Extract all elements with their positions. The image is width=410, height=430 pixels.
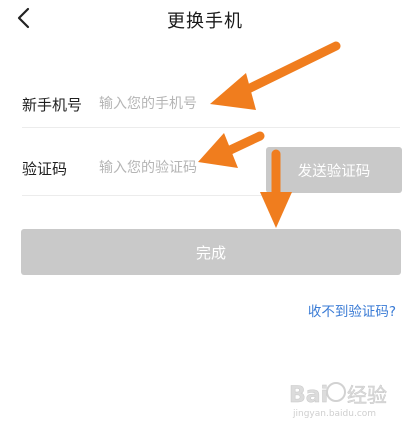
annotation-arrows xyxy=(198,41,341,228)
header: 更换手机 xyxy=(0,0,410,42)
svg-text:jingyan.baidu.com: jingyan.baidu.com xyxy=(292,409,376,419)
new-phone-label: 新手机号 xyxy=(22,96,83,114)
new-phone-row: 新手机号 xyxy=(22,82,400,128)
svg-text:经验: 经验 xyxy=(347,383,387,407)
verification-code-input[interactable] xyxy=(99,154,259,182)
complete-button[interactable]: 完成 xyxy=(21,229,401,275)
page-title: 更换手机 xyxy=(167,11,243,32)
verification-code-label: 验证码 xyxy=(22,160,68,178)
send-code-button[interactable]: 发送验证码 xyxy=(266,147,402,193)
baidu-jingyan-watermark: Bai 经验 jingyan.baidu.com xyxy=(285,374,395,420)
no-code-link[interactable]: 收不到验证码? xyxy=(308,300,396,320)
divider xyxy=(22,195,262,196)
svg-text:Bai: Bai xyxy=(289,383,328,408)
new-phone-input[interactable] xyxy=(99,90,259,118)
verification-code-row: 验证码 发送验证码 xyxy=(22,146,402,196)
change-phone-page: 更换手机 新手机号 验证码 发送验证码 完成 收不到验证码? Bai xyxy=(0,0,410,430)
divider xyxy=(22,127,400,128)
